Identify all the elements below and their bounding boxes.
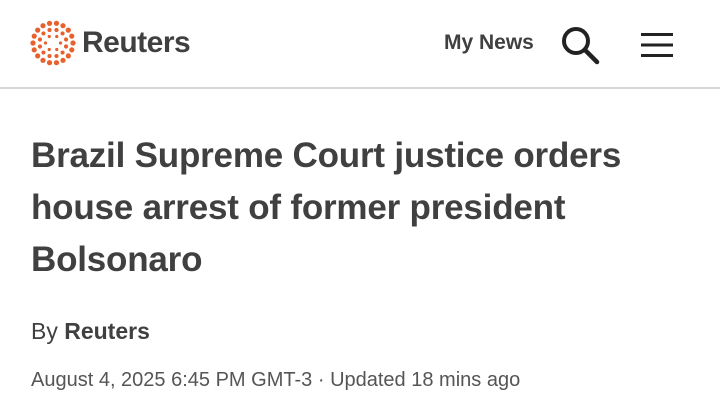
logo-dot [47, 27, 52, 33]
logo-dot [41, 31, 46, 36]
logo-dot [54, 53, 59, 59]
search-icon[interactable] [560, 25, 600, 65]
reuters-dots-logo-icon [30, 20, 76, 66]
logo-dot [55, 47, 59, 52]
logo-dot [65, 53, 71, 59]
published-time: August 4, 2025 6:45 PM GMT-3 [31, 369, 313, 391]
logo-dot [47, 34, 51, 39]
reuters-logo[interactable]: Reuters [29, 19, 191, 67]
logo-dot [46, 20, 53, 26]
logo-dot [60, 57, 66, 63]
logo-dot [54, 27, 59, 33]
logo-dot [37, 44, 43, 49]
byline: By Reuters [31, 314, 150, 348]
logo-dot [70, 40, 76, 46]
logo-dot [43, 41, 48, 45]
logo-dot [30, 40, 36, 46]
top-navigation-bar: Reuters My News [0, 0, 720, 89]
logo-dot [47, 47, 51, 52]
my-news-link[interactable]: My News [444, 28, 534, 58]
logo-wordmark: Reuters [82, 26, 191, 59]
logo-dot [41, 50, 46, 55]
logo-dot [63, 44, 69, 49]
logo-dot [60, 31, 65, 36]
logo-dot [65, 27, 71, 33]
author-link[interactable]: Reuters [64, 318, 150, 344]
logo-dot [37, 37, 43, 42]
article-headline: Brazil Supreme Court justice orders hous… [31, 136, 622, 279]
logo-dot [53, 20, 60, 26]
logo-dot [47, 53, 52, 59]
article-dateline: August 4, 2025 6:45 PM GMT-3 · Updated 1… [31, 364, 520, 396]
byline-prefix: By [31, 318, 58, 344]
logo-dot [31, 47, 37, 53]
logo-dot [69, 47, 75, 53]
logo-dot [58, 41, 63, 45]
logo-dot [60, 23, 66, 29]
logo-dot [46, 60, 53, 66]
logo-dot [40, 57, 46, 63]
logo-dot [69, 33, 75, 39]
dateline-separator: · [317, 369, 325, 391]
logo-dot [55, 34, 59, 39]
logo-dot [31, 33, 37, 39]
updated-time: Updated 18 mins ago [330, 369, 521, 391]
logo-dot [35, 27, 41, 33]
logo-dot [53, 60, 60, 66]
logo-dot [60, 50, 65, 55]
logo-dot [35, 53, 41, 59]
logo-dot [40, 23, 46, 29]
logo-dot [63, 37, 69, 42]
hamburger-menu-icon[interactable] [639, 31, 675, 59]
